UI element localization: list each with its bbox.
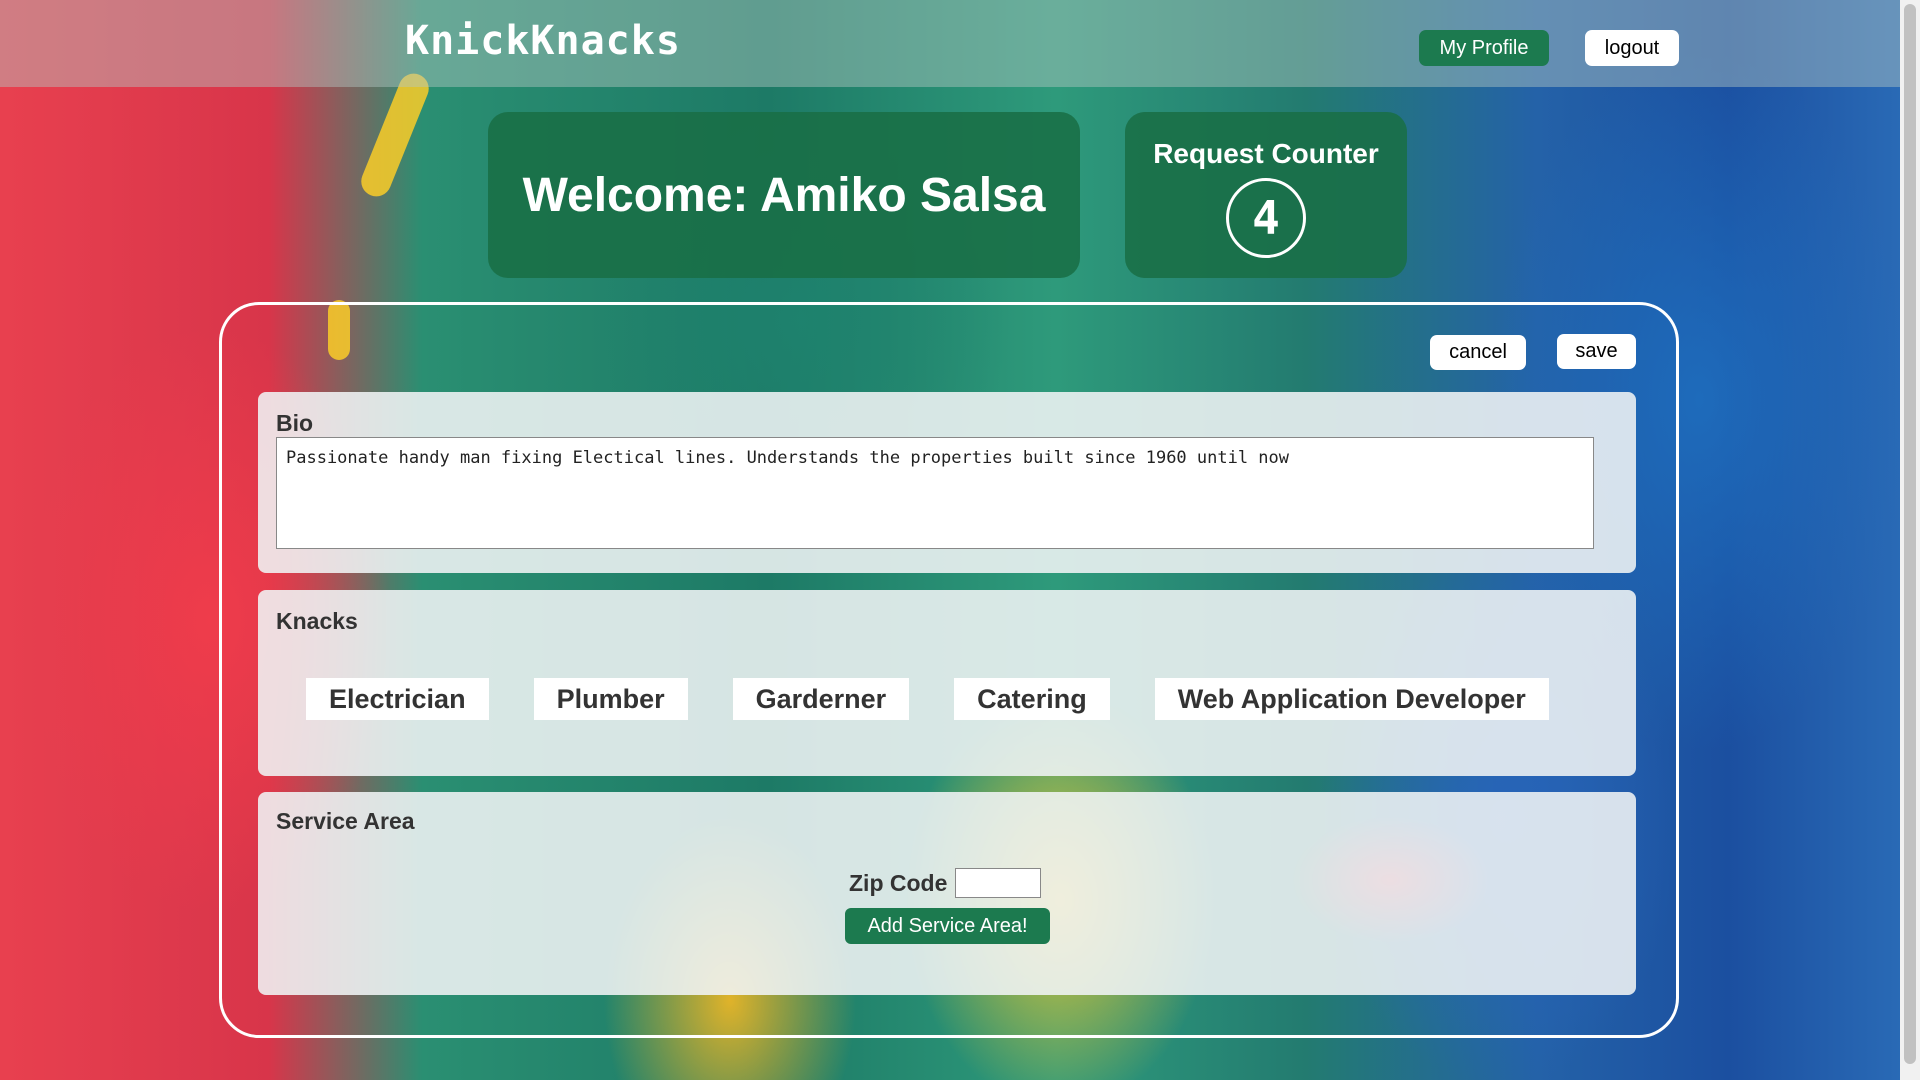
- add-service-area-button[interactable]: Add Service Area!: [845, 908, 1050, 944]
- save-button[interactable]: save: [1557, 334, 1636, 369]
- knack-chip-web-application-developer[interactable]: Web Application Developer: [1154, 678, 1549, 720]
- knack-chip-plumber[interactable]: Plumber: [533, 678, 688, 720]
- app-logo[interactable]: KnickKnacks: [405, 18, 681, 64]
- request-counter-card: Request Counter 4: [1125, 112, 1407, 278]
- knacks-panel: Knacks Electrician Plumber Garderner Cat…: [258, 590, 1636, 776]
- knacks-list: Electrician Plumber Garderner Catering W…: [306, 678, 1549, 720]
- welcome-heading: Welcome: Amiko Salsa: [522, 168, 1046, 222]
- service-area-panel: Service Area Zip Code Add Service Area!: [258, 792, 1636, 995]
- bio-title: Bio: [276, 410, 314, 436]
- logout-button[interactable]: logout: [1585, 30, 1679, 66]
- knack-chip-electrician[interactable]: Electrician: [306, 678, 489, 720]
- bio-textarea[interactable]: Passionate handy man fixing Electical li…: [276, 437, 1594, 549]
- my-profile-button[interactable]: My Profile: [1419, 30, 1549, 66]
- welcome-card: Welcome: Amiko Salsa: [488, 112, 1080, 278]
- knack-chip-catering[interactable]: Catering: [954, 678, 1110, 720]
- zip-code-row: Zip Code: [849, 868, 1042, 898]
- request-counter-badge: 4: [1226, 178, 1306, 258]
- knacks-title: Knacks: [276, 608, 358, 634]
- cancel-button[interactable]: cancel: [1430, 335, 1526, 370]
- zip-code-label: Zip Code: [849, 869, 948, 896]
- request-counter-title: Request Counter: [1153, 138, 1379, 169]
- zip-code-input[interactable]: [955, 868, 1042, 898]
- service-area-title: Service Area: [276, 808, 415, 834]
- vertical-scrollbar[interactable]: [1900, 0, 1920, 1080]
- bio-panel: Bio Passionate handy man fixing Electica…: [258, 392, 1636, 573]
- scrollbar-thumb[interactable]: [1904, 4, 1916, 1064]
- knack-chip-garderner[interactable]: Garderner: [732, 678, 910, 720]
- top-header: KnickKnacks My Profile logout: [0, 0, 1900, 87]
